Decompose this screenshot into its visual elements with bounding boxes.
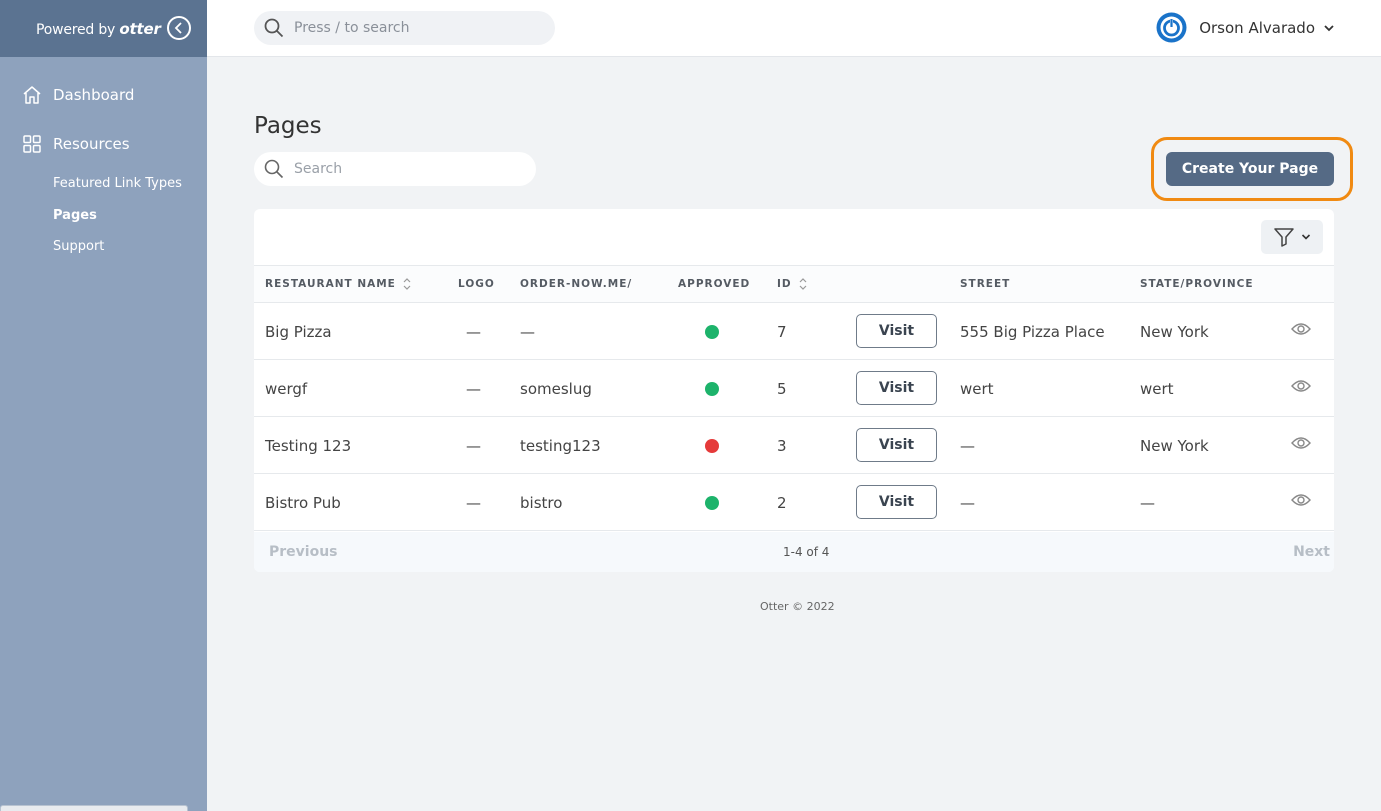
filter-button[interactable] (1261, 220, 1323, 254)
column-header-state: STATE/PROVINCE (1140, 278, 1254, 290)
page-title: Pages (254, 113, 322, 139)
table-row: Bistro Pub — bistro 2 Visit — — (254, 474, 1334, 531)
sidebar-item-label: Resources (53, 135, 130, 153)
cell-slug: someslug (520, 379, 592, 398)
cell-logo: — (466, 493, 481, 512)
pages-table-card: RESTAURANT NAME LOGO ORDER-NOW.ME/ APPRO… (254, 209, 1334, 572)
page-search (254, 152, 536, 186)
user-name: Orson Alvarado (1199, 18, 1315, 37)
pagination-count: 1-4 of 4 (783, 545, 830, 559)
global-search-input[interactable] (294, 20, 534, 36)
visit-button[interactable]: Visit (856, 485, 937, 519)
scrollbar-stub (0, 805, 188, 811)
cell-restaurant-name: wergf (265, 379, 308, 398)
status-dot (705, 495, 719, 510)
search-icon (264, 18, 284, 38)
sidebar-item-label: Dashboard (53, 86, 135, 104)
cell-id: 2 (777, 493, 787, 512)
user-menu[interactable]: Orson Alvarado (1156, 12, 1335, 43)
sort-icon (799, 278, 807, 290)
sidebar-subitem-support[interactable]: Support (53, 239, 104, 254)
table-row: Big Pizza — — 7 Visit 555 Big Pizza Plac… (254, 303, 1334, 360)
visit-button[interactable]: Visit (856, 314, 937, 348)
home-icon (23, 86, 41, 104)
chevron-down-icon (1301, 234, 1311, 240)
cell-slug: — (520, 322, 535, 341)
cell-id: 3 (777, 436, 787, 455)
grid-icon (23, 135, 41, 153)
cell-logo: — (466, 436, 481, 455)
sidebar-subitem-featured-link-types[interactable]: Featured Link Types (53, 176, 182, 191)
topbar: Orson Alvarado (207, 0, 1381, 57)
visit-button[interactable]: Visit (856, 371, 937, 405)
global-search (254, 11, 555, 45)
cell-logo: — (466, 322, 481, 341)
status-dot (705, 324, 719, 339)
eye-icon[interactable] (1291, 435, 1311, 451)
sidebar-item-dashboard[interactable]: Dashboard (22, 85, 134, 105)
cell-state: — (1140, 493, 1155, 512)
sidebar: Powered by otter Dashboard Resources Fea… (0, 0, 207, 811)
eye-icon[interactable] (1291, 378, 1311, 394)
cell-state: New York (1140, 322, 1209, 341)
column-header-label: ID (777, 278, 792, 290)
column-header-id[interactable]: ID (777, 266, 807, 302)
cell-state: wert (1140, 379, 1174, 398)
cell-slug: bistro (520, 493, 563, 512)
column-header-order-now: ORDER-NOW.ME/ (520, 278, 633, 290)
cell-state: New York (1140, 436, 1209, 455)
previous-page-button[interactable]: Previous (269, 544, 338, 560)
cell-street: — (960, 493, 975, 512)
cell-id: 7 (777, 322, 787, 341)
cell-restaurant-name: Big Pizza (265, 322, 332, 341)
column-header-restaurant-name[interactable]: RESTAURANT NAME (265, 266, 411, 302)
brand-logo: Powered by otter (36, 19, 161, 38)
create-your-page-button[interactable]: Create Your Page (1166, 152, 1334, 186)
column-header-approved: APPROVED (678, 278, 751, 290)
table-header: RESTAURANT NAME LOGO ORDER-NOW.ME/ APPRO… (254, 265, 1334, 303)
cell-slug: testing123 (520, 436, 601, 455)
status-dot (705, 381, 719, 396)
eye-icon[interactable] (1291, 492, 1311, 508)
chevron-left-icon (174, 22, 182, 34)
sort-icon (403, 278, 411, 290)
table-row: Testing 123 — testing123 3 Visit — New Y… (254, 417, 1334, 474)
column-header-logo: LOGO (458, 278, 495, 290)
eye-icon[interactable] (1291, 321, 1311, 337)
page-search-input[interactable] (294, 161, 514, 177)
chevron-down-icon (1324, 24, 1334, 31)
cell-approved (705, 303, 719, 360)
column-header-label: RESTAURANT NAME (265, 278, 396, 290)
cell-street: 555 Big Pizza Place (960, 322, 1105, 341)
cell-logo: — (466, 379, 481, 398)
collapse-sidebar-button[interactable] (167, 16, 191, 40)
cell-restaurant-name: Testing 123 (265, 436, 352, 455)
status-dot (705, 438, 719, 453)
cell-restaurant-name: Bistro Pub (265, 493, 341, 512)
footer-copyright: Otter © 2022 (760, 600, 835, 613)
cell-approved (705, 417, 719, 474)
cell-street: wert (960, 379, 994, 398)
cell-approved (705, 474, 719, 531)
table-row: wergf — someslug 5 Visit wert wert (254, 360, 1334, 417)
filter-icon (1274, 228, 1294, 247)
cell-street: — (960, 436, 975, 455)
pagination: Previous 1-4 of 4 Next (254, 532, 1334, 572)
avatar (1156, 12, 1187, 43)
sidebar-subitem-pages[interactable]: Pages (53, 208, 97, 223)
next-page-button[interactable]: Next (1293, 544, 1330, 560)
visit-button[interactable]: Visit (856, 428, 937, 462)
cell-approved (705, 360, 719, 417)
sidebar-item-resources[interactable]: Resources (22, 134, 130, 154)
search-icon (264, 159, 284, 179)
column-header-street: STREET (960, 278, 1011, 290)
cell-id: 5 (777, 379, 787, 398)
